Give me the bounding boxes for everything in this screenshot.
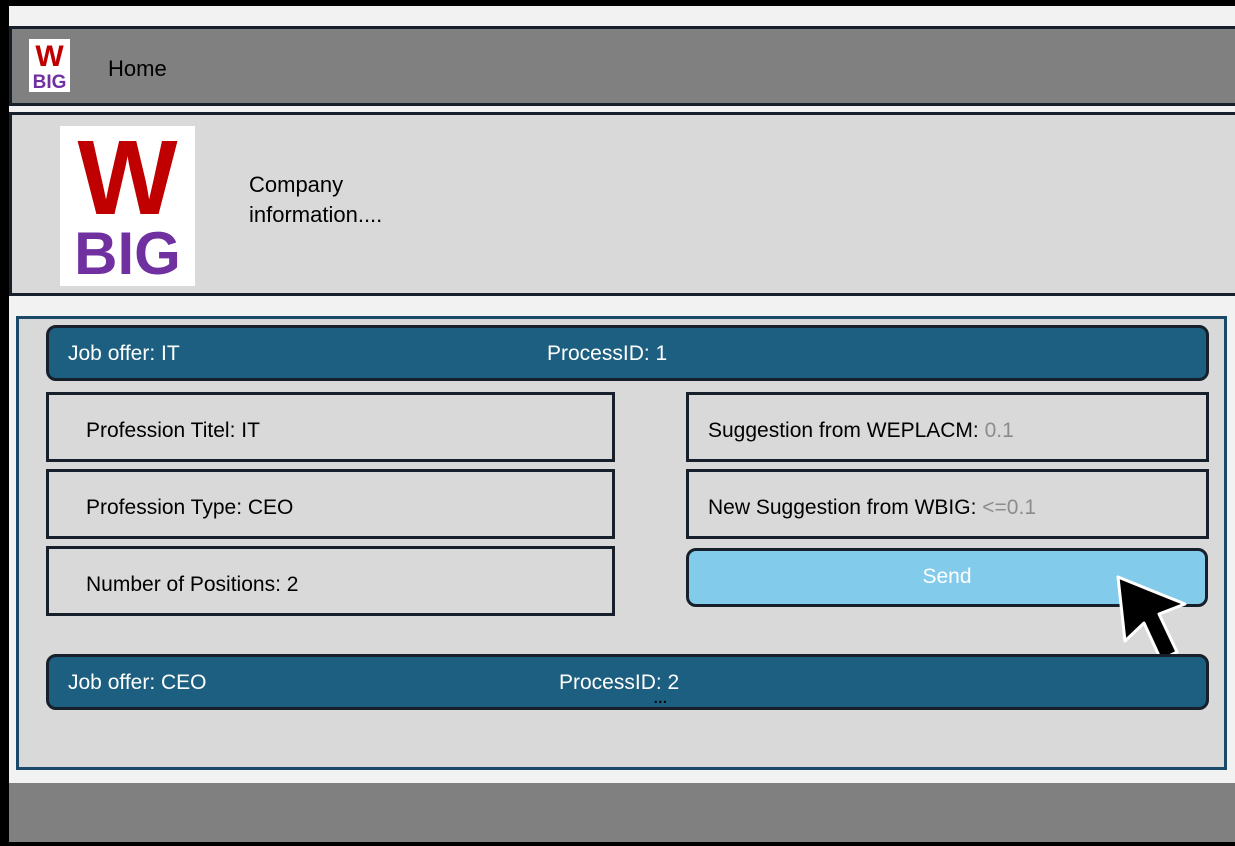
wbig-new-suggestion-field[interactable]: New Suggestion from WBIG: <=0.1 [686,469,1209,539]
profession-title-label: Profession Titel: IT [86,419,260,442]
job-offer-title: Job offer: IT [68,342,180,365]
job-offer-title: Job offer: CEO [68,671,207,694]
wbig-logo-large-icon: W BIG [74,119,181,287]
wbig-logo-small[interactable]: W BIG [29,39,70,93]
weplacm-suggestion-field: Suggestion from WEPLACM: 0.1 [686,392,1209,462]
process-id-label: ProcessID: 1 [547,342,668,365]
nav-home-link[interactable]: Home [108,56,167,82]
footer-bar [9,783,1235,842]
wbig-new-suggestion-value[interactable]: <=0.1 [982,496,1036,519]
positions-label: Number of Positions: 2 [86,573,299,596]
profession-title-field: Profession Titel: IT [46,392,615,462]
weplacm-suggestion-text: Suggestion from WEPLACM: [708,419,979,442]
svg-text:BIG: BIG [74,220,181,286]
more-indicator: ... [653,686,668,708]
company-info-section: W BIG Company information.... [9,112,1235,296]
weplacm-suggestion-value: 0.1 [984,419,1014,442]
job-offer-header-it[interactable]: Job offer: IT ProcessID: 1 [46,325,1209,381]
company-logo: W BIG [60,119,195,287]
svg-text:BIG: BIG [33,72,67,92]
wbig-new-suggestion-text: New Suggestion from WBIG: [708,496,977,519]
weplacm-suggestion-label: Suggestion from WEPLACM: 0.1 [708,419,1014,443]
top-nav-bar: W BIG Home [9,26,1235,106]
positions-field: Number of Positions: 2 [46,546,615,616]
wbig-logo-icon: W BIG [33,40,67,93]
company-info-text: Company information.... [249,172,383,227]
profession-type-label: Profession Type: CEO [86,496,294,519]
svg-text:W: W [35,40,64,73]
job-offer-header-ceo[interactable]: Job offer: CEO ProcessID: 2 [46,654,1209,710]
profession-type-field: Profession Type: CEO [46,469,615,539]
wbig-new-suggestion-label: New Suggestion from WBIG: <=0.1 [708,496,1036,520]
